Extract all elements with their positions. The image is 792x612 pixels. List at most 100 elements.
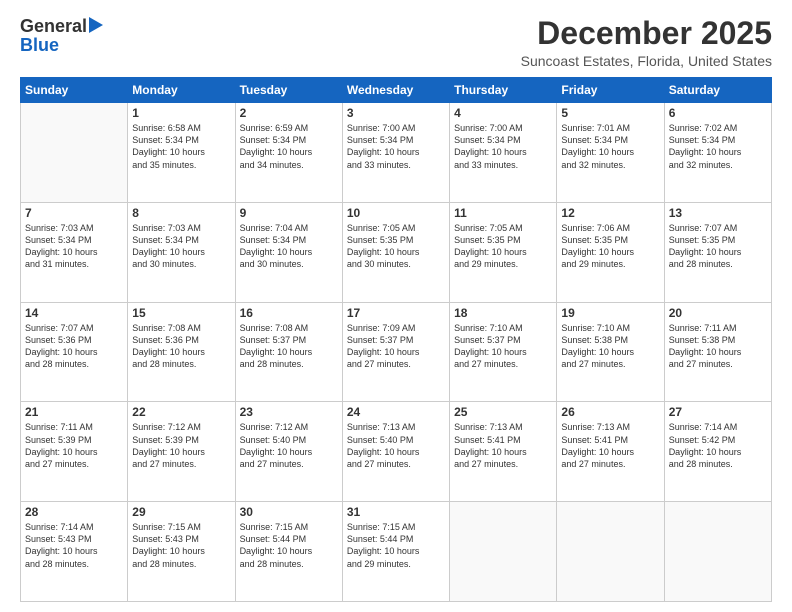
calendar-cell: 7 Sunrise: 7:03 AM Sunset: 5:34 PM Daylig…	[21, 202, 128, 302]
calendar-cell: 27 Sunrise: 7:14 AM Sunset: 5:42 PM Dayli…	[664, 402, 771, 502]
month-title: December 2025	[521, 16, 772, 51]
day-number: 3	[347, 106, 445, 120]
day-info: Sunrise: 6:59 AM Sunset: 5:34 PM Dayligh…	[240, 122, 338, 171]
col-monday: Monday	[128, 78, 235, 103]
calendar-cell	[21, 103, 128, 203]
calendar-cell: 18 Sunrise: 7:10 AM Sunset: 5:37 PM Dayli…	[450, 302, 557, 402]
day-info: Sunrise: 7:11 AM Sunset: 5:39 PM Dayligh…	[25, 421, 123, 470]
day-number: 16	[240, 306, 338, 320]
day-number: 8	[132, 206, 230, 220]
col-tuesday: Tuesday	[235, 78, 342, 103]
day-number: 6	[669, 106, 767, 120]
day-number: 17	[347, 306, 445, 320]
day-number: 24	[347, 405, 445, 419]
calendar-week-1: 1Sunrise: 6:58 AM Sunset: 5:34 PM Daylig…	[21, 103, 772, 203]
calendar-week-4: 21 Sunrise: 7:11 AM Sunset: 5:39 PM Dayli…	[21, 402, 772, 502]
day-number: 10	[347, 206, 445, 220]
day-info: Sunrise: 7:08 AM Sunset: 5:37 PM Dayligh…	[240, 322, 338, 371]
calendar-cell: 21 Sunrise: 7:11 AM Sunset: 5:39 PM Dayli…	[21, 402, 128, 502]
calendar-week-5: 28 Sunrise: 7:14 AM Sunset: 5:43 PM Dayli…	[21, 502, 772, 602]
day-number: 9	[240, 206, 338, 220]
day-number: 15	[132, 306, 230, 320]
calendar-cell: 31 Sunrise: 7:15 AM Sunset: 5:44 PM Dayli…	[342, 502, 449, 602]
calendar-cell: 19 Sunrise: 7:10 AM Sunset: 5:38 PM Dayli…	[557, 302, 664, 402]
day-number: 18	[454, 306, 552, 320]
logo-general: General	[20, 16, 87, 37]
day-info: Sunrise: 7:10 AM Sunset: 5:38 PM Dayligh…	[561, 322, 659, 371]
day-info: Sunrise: 7:04 AM Sunset: 5:34 PM Dayligh…	[240, 222, 338, 271]
day-info: Sunrise: 7:15 AM Sunset: 5:44 PM Dayligh…	[240, 521, 338, 570]
calendar-cell: 3 Sunrise: 7:00 AM Sunset: 5:34 PM Daylig…	[342, 103, 449, 203]
header: General Blue December 2025 Suncoast Esta…	[20, 16, 772, 69]
calendar-week-3: 14 Sunrise: 7:07 AM Sunset: 5:36 PM Dayli…	[21, 302, 772, 402]
day-number: 31	[347, 505, 445, 519]
day-info: Sunrise: 7:08 AM Sunset: 5:36 PM Dayligh…	[132, 322, 230, 371]
day-info: Sunrise: 7:07 AM Sunset: 5:35 PM Dayligh…	[669, 222, 767, 271]
day-info: Sunrise: 7:15 AM Sunset: 5:44 PM Dayligh…	[347, 521, 445, 570]
calendar-cell: 1Sunrise: 6:58 AM Sunset: 5:34 PM Daylig…	[128, 103, 235, 203]
page: General Blue December 2025 Suncoast Esta…	[0, 0, 792, 612]
calendar-cell: 6Sunrise: 7:02 AM Sunset: 5:34 PM Daylig…	[664, 103, 771, 203]
day-number: 22	[132, 405, 230, 419]
day-info: Sunrise: 7:13 AM Sunset: 5:40 PM Dayligh…	[347, 421, 445, 470]
calendar-cell: 13 Sunrise: 7:07 AM Sunset: 5:35 PM Dayli…	[664, 202, 771, 302]
day-info: Sunrise: 7:14 AM Sunset: 5:43 PM Dayligh…	[25, 521, 123, 570]
calendar-cell: 12Sunrise: 7:06 AM Sunset: 5:35 PM Dayli…	[557, 202, 664, 302]
calendar-cell: 16 Sunrise: 7:08 AM Sunset: 5:37 PM Dayli…	[235, 302, 342, 402]
calendar-cell: 24 Sunrise: 7:13 AM Sunset: 5:40 PM Dayli…	[342, 402, 449, 502]
day-info: Sunrise: 7:07 AM Sunset: 5:36 PM Dayligh…	[25, 322, 123, 371]
col-sunday: Sunday	[21, 78, 128, 103]
day-number: 23	[240, 405, 338, 419]
logo: General Blue	[20, 16, 103, 56]
day-info: Sunrise: 7:09 AM Sunset: 5:37 PM Dayligh…	[347, 322, 445, 371]
day-info: Sunrise: 7:12 AM Sunset: 5:40 PM Dayligh…	[240, 421, 338, 470]
calendar-week-2: 7 Sunrise: 7:03 AM Sunset: 5:34 PM Daylig…	[21, 202, 772, 302]
calendar-cell: 10 Sunrise: 7:05 AM Sunset: 5:35 PM Dayli…	[342, 202, 449, 302]
calendar-cell: 14 Sunrise: 7:07 AM Sunset: 5:36 PM Dayli…	[21, 302, 128, 402]
calendar-cell: 28 Sunrise: 7:14 AM Sunset: 5:43 PM Dayli…	[21, 502, 128, 602]
day-number: 25	[454, 405, 552, 419]
location: Suncoast Estates, Florida, United States	[521, 53, 772, 69]
calendar-cell: 26 Sunrise: 7:13 AM Sunset: 5:41 PM Dayli…	[557, 402, 664, 502]
calendar-cell	[450, 502, 557, 602]
calendar-cell: 4Sunrise: 7:00 AM Sunset: 5:34 PM Daylig…	[450, 103, 557, 203]
day-number: 26	[561, 405, 659, 419]
col-friday: Friday	[557, 78, 664, 103]
day-number: 13	[669, 206, 767, 220]
day-number: 2	[240, 106, 338, 120]
calendar-table: Sunday Monday Tuesday Wednesday Thursday…	[20, 77, 772, 602]
day-info: Sunrise: 7:13 AM Sunset: 5:41 PM Dayligh…	[561, 421, 659, 470]
day-info: Sunrise: 7:00 AM Sunset: 5:34 PM Dayligh…	[347, 122, 445, 171]
day-number: 11	[454, 206, 552, 220]
day-info: Sunrise: 7:14 AM Sunset: 5:42 PM Dayligh…	[669, 421, 767, 470]
calendar-cell: 20Sunrise: 7:11 AM Sunset: 5:38 PM Dayli…	[664, 302, 771, 402]
day-number: 14	[25, 306, 123, 320]
day-number: 30	[240, 505, 338, 519]
day-info: Sunrise: 7:01 AM Sunset: 5:34 PM Dayligh…	[561, 122, 659, 171]
day-info: Sunrise: 7:06 AM Sunset: 5:35 PM Dayligh…	[561, 222, 659, 271]
day-info: Sunrise: 7:10 AM Sunset: 5:37 PM Dayligh…	[454, 322, 552, 371]
calendar-cell: 23 Sunrise: 7:12 AM Sunset: 5:40 PM Dayli…	[235, 402, 342, 502]
calendar-cell: 8 Sunrise: 7:03 AM Sunset: 5:34 PM Daylig…	[128, 202, 235, 302]
day-info: Sunrise: 7:12 AM Sunset: 5:39 PM Dayligh…	[132, 421, 230, 470]
day-number: 20	[669, 306, 767, 320]
day-info: Sunrise: 7:03 AM Sunset: 5:34 PM Dayligh…	[132, 222, 230, 271]
logo-icon	[89, 17, 103, 33]
day-number: 19	[561, 306, 659, 320]
col-wednesday: Wednesday	[342, 78, 449, 103]
calendar-cell: 9 Sunrise: 7:04 AM Sunset: 5:34 PM Daylig…	[235, 202, 342, 302]
day-info: Sunrise: 7:05 AM Sunset: 5:35 PM Dayligh…	[347, 222, 445, 271]
day-number: 5	[561, 106, 659, 120]
day-number: 1	[132, 106, 230, 120]
day-number: 21	[25, 405, 123, 419]
day-number: 27	[669, 405, 767, 419]
day-number: 29	[132, 505, 230, 519]
calendar-cell: 30 Sunrise: 7:15 AM Sunset: 5:44 PM Dayli…	[235, 502, 342, 602]
day-info: Sunrise: 7:13 AM Sunset: 5:41 PM Dayligh…	[454, 421, 552, 470]
calendar-cell: 29 Sunrise: 7:15 AM Sunset: 5:43 PM Dayli…	[128, 502, 235, 602]
day-number: 7	[25, 206, 123, 220]
day-number: 28	[25, 505, 123, 519]
day-info: Sunrise: 7:15 AM Sunset: 5:43 PM Dayligh…	[132, 521, 230, 570]
day-info: Sunrise: 7:05 AM Sunset: 5:35 PM Dayligh…	[454, 222, 552, 271]
day-info: Sunrise: 7:03 AM Sunset: 5:34 PM Dayligh…	[25, 222, 123, 271]
